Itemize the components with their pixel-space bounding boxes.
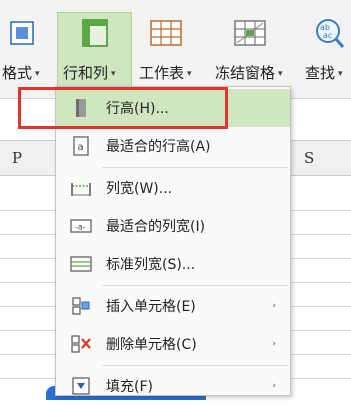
column-width-icon <box>71 183 91 196</box>
worksheet-icon <box>150 20 182 46</box>
chevron-down-icon: ▾ <box>111 69 116 79</box>
menu-item-insert-cells[interactable]: 插入单元格(E) › <box>56 287 290 325</box>
submenu-arrow-icon: › <box>272 339 276 349</box>
freeze-panes-label: 冻结窗格 <box>215 64 276 82</box>
menu-item-label: 插入单元格(E) <box>106 299 196 315</box>
menu-item-autofit-column-width[interactable]: -a- 最适合的列宽(I) <box>56 207 290 245</box>
chevron-down-icon: ▾ <box>338 69 343 79</box>
format-icon <box>10 21 34 45</box>
format-group[interactable]: 格式 ▾ <box>0 0 55 90</box>
rows-columns-dropdown-menu: 行高(H)... a 最适合的行高(A) 列宽(W)... -a- 最适合的列宽… <box>55 86 291 396</box>
autofit-column-icon: -a- <box>70 219 92 233</box>
menu-separator <box>102 285 288 286</box>
menu-item-fill[interactable]: 填充(F) › <box>56 367 290 405</box>
column-header-p[interactable]: P <box>12 149 22 167</box>
menu-item-autofit-row-height[interactable]: a 最适合的行高(A) <box>56 127 290 165</box>
delete-cells-icon <box>71 335 91 353</box>
find-button[interactable]: ab ac 查找 ▾ <box>302 0 351 90</box>
svg-text:a: a <box>78 142 84 153</box>
chevron-down-icon: ▾ <box>35 69 40 79</box>
rows-columns-label: 行和列 <box>63 64 109 82</box>
worksheet-button[interactable]: 工作表 ▾ <box>136 0 206 90</box>
menu-item-label: 标准列宽(S)... <box>106 257 196 273</box>
menu-item-delete-cells[interactable]: 删除单元格(C) › <box>56 325 290 363</box>
menu-item-label: 最适合的行高(A) <box>106 139 211 155</box>
menu-separator <box>102 365 288 366</box>
freeze-panes-icon <box>234 20 266 46</box>
menu-item-column-width[interactable]: 列宽(W)... <box>56 169 290 207</box>
ribbon-toolbar: 格式 ▾ 行和列 ▾ 工作表 ▾ 冻结窗格 ▾ ab ac 查找 ▾ <box>0 0 351 99</box>
column-header-s[interactable]: S <box>304 149 314 167</box>
standard-width-icon <box>70 256 92 272</box>
menu-item-label: 删除单元格(C) <box>106 337 197 353</box>
menu-item-standard-width[interactable]: 标准列宽(S)... <box>56 245 290 283</box>
find-replace-icon: ab ac <box>316 19 345 48</box>
insert-cells-icon <box>72 297 90 315</box>
menu-item-label: 填充(F) <box>106 379 153 395</box>
chevron-down-icon: ▾ <box>187 69 192 79</box>
chevron-down-icon: ▾ <box>278 69 283 79</box>
find-label: 查找 <box>305 64 336 82</box>
freeze-panes-button[interactable]: 冻结窗格 ▾ <box>212 0 298 90</box>
menu-separator <box>102 167 288 168</box>
menu-item-label: 列宽(W)... <box>106 181 173 197</box>
fill-icon <box>72 377 90 395</box>
rows-columns-icon <box>82 19 108 47</box>
submenu-arrow-icon: › <box>272 381 276 391</box>
autofit-row-icon: a <box>73 136 89 156</box>
menu-item-label: 最适合的列宽(I) <box>106 219 206 235</box>
rows-columns-button[interactable]: 行和列 ▾ <box>57 0 132 90</box>
annotation-highlight-box <box>18 87 228 129</box>
submenu-arrow-icon: › <box>272 301 276 311</box>
worksheet-label: 工作表 <box>139 64 185 82</box>
svg-text:-a-: -a- <box>75 223 86 232</box>
format-label: 格式 <box>2 64 33 82</box>
svg-text:ac: ac <box>323 31 332 40</box>
